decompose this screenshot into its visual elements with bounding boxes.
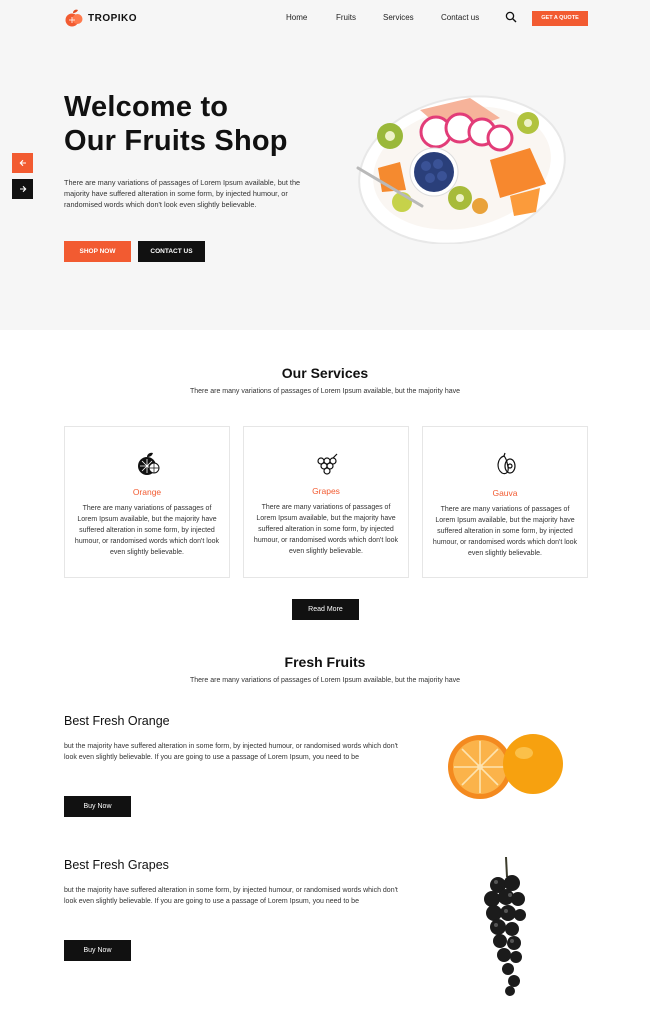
services-title: Our Services [281, 365, 369, 381]
nav-contact[interactable]: Contact us [441, 13, 479, 22]
service-card-title: Gauva [492, 488, 518, 498]
fruit-plate-image [356, 95, 566, 244]
service-card-grapes: Grapes There are many variations of pass… [243, 426, 409, 578]
read-more-button[interactable]: Read More [292, 599, 359, 620]
fruit-item-text: but the majority have suffered alteratio… [64, 743, 398, 761]
nav-services[interactable]: Services [383, 13, 414, 22]
site-header: TROPIKO Home Fruits Services Contact us … [0, 0, 650, 38]
brand-name: TROPIKO [88, 12, 138, 24]
grapes-icon [317, 453, 338, 475]
guava-icon [497, 452, 516, 475]
service-card-orange: Orange There are many variations of pass… [64, 426, 230, 578]
shop-now-button[interactable]: SHOP NOW [64, 241, 131, 262]
slider-next-button[interactable] [12, 179, 33, 199]
get-quote-button[interactable]: GET A QUOTE [532, 11, 588, 26]
slider-prev-button[interactable] [12, 153, 33, 173]
fresh-fruits-subtitle: There are many variations of passages of… [189, 677, 461, 684]
service-card-text: There are many variations of passages of… [74, 505, 220, 556]
hero-title: Welcome to Our Fruits Shop [64, 90, 288, 158]
orange-logo-icon [65, 9, 83, 27]
service-card-text: There are many variations of passages of… [432, 506, 578, 557]
fruit-item-title: Best Fresh Grapes [64, 858, 169, 872]
service-card-guava: Gauva There are many variations of passa… [422, 426, 588, 578]
arrow-left-icon [19, 159, 26, 167]
hero-description: There are many variations of passages of… [64, 178, 301, 209]
logo[interactable]: TROPIKO [64, 8, 137, 28]
fruit-item-text: but the majority have suffered alteratio… [64, 887, 398, 905]
search-icon[interactable] [505, 11, 517, 23]
hero-section: Welcome to Our Fruits Shop There are man… [0, 38, 650, 330]
orange-image [448, 734, 563, 799]
orange-icon [138, 452, 160, 475]
hero-title-line-1: Welcome to [64, 91, 229, 123]
service-card-title: Orange [132, 487, 162, 497]
fresh-fruits-title: Fresh Fruits [284, 654, 366, 670]
service-card-text: There are many variations of passages of… [253, 504, 399, 555]
fruit-item-title: Best Fresh Orange [64, 714, 170, 728]
contact-us-button[interactable]: CONTACT US [138, 241, 205, 262]
arrow-right-icon [19, 185, 26, 193]
buy-now-button[interactable]: Buy Now [64, 940, 131, 961]
buy-now-button[interactable]: Buy Now [64, 796, 131, 817]
service-card-title: Grapes [312, 486, 340, 496]
services-subtitle: There are many variations of passages of… [189, 388, 461, 395]
nav-fruits[interactable]: Fruits [336, 13, 356, 22]
hero-title-line-2: Our Fruits Shop [64, 125, 288, 157]
nav-home[interactable]: Home [286, 13, 307, 22]
grapes-image [484, 856, 526, 996]
